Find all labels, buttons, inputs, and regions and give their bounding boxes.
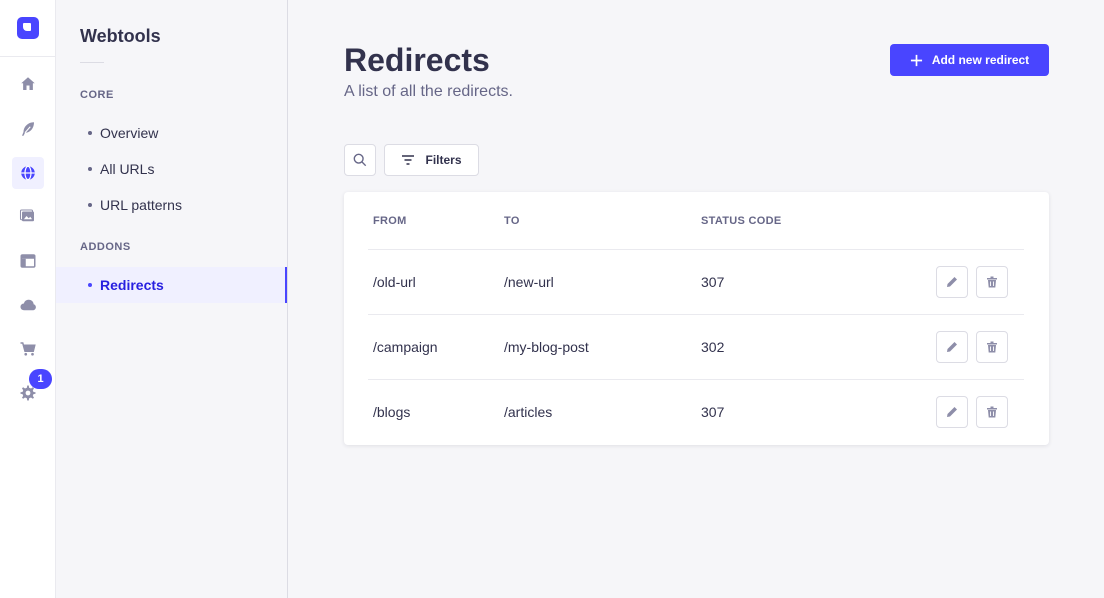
cell-status-code: 307 bbox=[701, 404, 725, 420]
trash-icon bbox=[987, 341, 997, 353]
subnav-divider bbox=[80, 62, 104, 63]
column-header-status-code: STATUS CODE bbox=[701, 215, 782, 227]
redirects-table: FROM TO STATUS CODE /old-url /new-url 30… bbox=[344, 192, 1049, 445]
nav-marketplace[interactable] bbox=[12, 333, 44, 365]
delete-button[interactable] bbox=[976, 331, 1008, 363]
trash-icon bbox=[987, 406, 997, 418]
nav-home[interactable] bbox=[12, 68, 44, 100]
edit-button[interactable] bbox=[936, 331, 968, 363]
table-row: /campaign /my-blog-post 302 bbox=[368, 314, 1024, 379]
nav-media-library[interactable] bbox=[12, 200, 44, 232]
subnav-item-all-urls[interactable]: All URLs bbox=[56, 151, 287, 187]
search-button[interactable] bbox=[344, 144, 376, 176]
subnav-item-overview[interactable]: Overview bbox=[56, 115, 287, 151]
subnav-item-label: All URLs bbox=[100, 161, 155, 177]
plugin-subnav: Webtools CORE Overview All URLs URL patt… bbox=[56, 0, 288, 598]
plus-icon bbox=[910, 54, 922, 66]
layout-icon bbox=[20, 254, 36, 268]
feather-icon bbox=[22, 122, 34, 136]
subnav-title: Webtools bbox=[80, 26, 161, 46]
cell-to: /my-blog-post bbox=[504, 339, 589, 355]
cell-status-code: 302 bbox=[701, 339, 725, 355]
globe-icon bbox=[21, 165, 35, 181]
column-header-from: FROM bbox=[373, 215, 407, 227]
subnav-item-label: Redirects bbox=[100, 277, 164, 293]
media-icon bbox=[19, 209, 34, 222]
table-row: /old-url /new-url 307 bbox=[368, 249, 1024, 314]
trash-icon bbox=[987, 276, 997, 288]
subnav-item-label: URL patterns bbox=[100, 197, 182, 213]
pencil-icon bbox=[947, 277, 957, 287]
section-label-addons: ADDONS bbox=[80, 241, 131, 253]
cell-from: /blogs bbox=[373, 404, 411, 420]
nav-webtools[interactable] bbox=[12, 157, 44, 189]
pencil-icon bbox=[947, 407, 957, 417]
edit-button[interactable] bbox=[936, 396, 968, 428]
app-logo[interactable] bbox=[17, 17, 39, 39]
bullet-icon bbox=[88, 167, 92, 171]
delete-button[interactable] bbox=[976, 266, 1008, 298]
settings-notification-badge: 1 bbox=[29, 369, 52, 389]
section-label-core: CORE bbox=[80, 89, 114, 101]
nav-content-builder[interactable] bbox=[12, 113, 44, 145]
column-header-to: TO bbox=[504, 215, 520, 227]
nav-layout[interactable] bbox=[12, 245, 44, 277]
filter-icon bbox=[402, 155, 415, 165]
cell-from: /old-url bbox=[373, 274, 416, 290]
page-subtitle: A list of all the redirects. bbox=[344, 83, 513, 100]
table-row: /blogs /articles 307 bbox=[368, 379, 1024, 444]
cell-from: /campaign bbox=[373, 339, 438, 355]
subnav-item-url-patterns[interactable]: URL patterns bbox=[56, 187, 287, 223]
cell-status-code: 307 bbox=[701, 274, 725, 290]
edit-button[interactable] bbox=[936, 266, 968, 298]
subnav-item-redirects[interactable]: Redirects bbox=[56, 267, 287, 303]
subnav-item-label: Overview bbox=[100, 125, 159, 141]
search-icon bbox=[353, 153, 367, 167]
bullet-icon bbox=[88, 131, 92, 135]
bullet-icon bbox=[88, 283, 92, 287]
nav-cloud[interactable] bbox=[12, 289, 44, 321]
delete-button[interactable] bbox=[976, 396, 1008, 428]
main-nav-rail: 1 bbox=[0, 0, 56, 598]
cell-to: /new-url bbox=[504, 274, 554, 290]
home-icon bbox=[21, 77, 35, 90]
page-title: Redirects bbox=[344, 42, 490, 78]
filters-button[interactable]: Filters bbox=[384, 144, 479, 176]
pencil-icon bbox=[947, 342, 957, 352]
cell-to: /articles bbox=[504, 404, 553, 420]
cloud-icon bbox=[20, 299, 36, 311]
filters-label: Filters bbox=[425, 153, 462, 167]
add-button-label: Add new redirect bbox=[931, 53, 1030, 67]
rail-divider bbox=[0, 56, 55, 57]
add-new-redirect-button[interactable]: Add new redirect bbox=[890, 44, 1049, 76]
bullet-icon bbox=[88, 203, 92, 207]
cart-icon bbox=[20, 342, 36, 356]
